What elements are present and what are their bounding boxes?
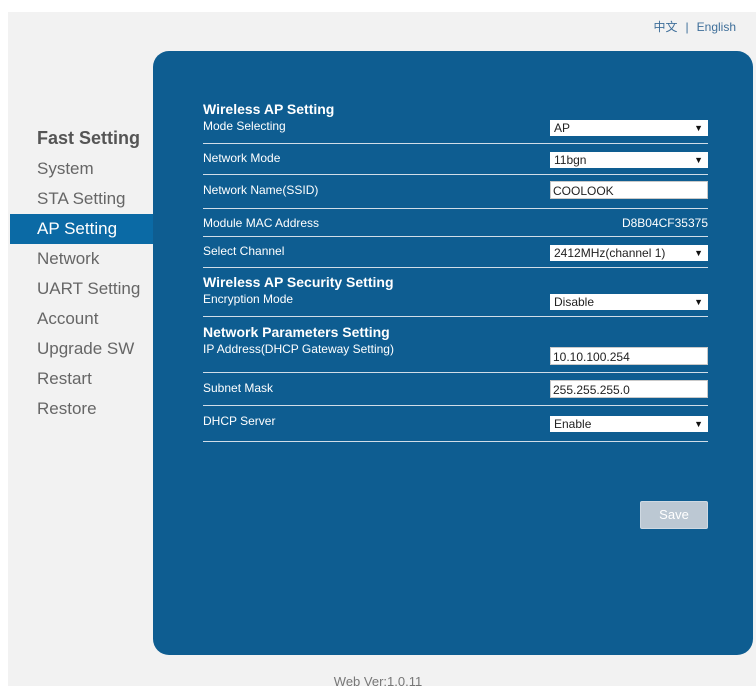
encryption-row: Encryption Mode Disable ▼ bbox=[203, 291, 708, 317]
channel-select[interactable]: 2412MHz(channel 1) ▼ bbox=[550, 245, 708, 261]
chevron-down-icon: ▼ bbox=[694, 419, 703, 429]
ssid-label: Network Name(SSID) bbox=[203, 183, 319, 197]
subnet-row: Subnet Mask 255.255.255.0 bbox=[203, 373, 708, 406]
mode-select[interactable]: AP ▼ bbox=[550, 120, 708, 136]
sidebar-item-sta-setting[interactable]: STA Setting bbox=[10, 184, 153, 214]
sidebar-item-upgrade-sw[interactable]: Upgrade SW bbox=[10, 334, 153, 364]
chevron-down-icon: ▼ bbox=[694, 248, 703, 258]
version-footer: Web Ver:1.0.11 bbox=[333, 674, 423, 689]
mac-value: D8B04CF35375 bbox=[621, 216, 708, 230]
chevron-down-icon: ▼ bbox=[694, 155, 703, 165]
sidebar-item-system[interactable]: System bbox=[10, 154, 153, 184]
lang-chinese-link[interactable]: 中文 bbox=[654, 20, 678, 34]
dhcp-label: DHCP Server bbox=[203, 414, 276, 428]
network-mode-label: Network Mode bbox=[203, 151, 281, 165]
network-mode-value: 11bgn bbox=[554, 153, 587, 167]
mode-row: Mode Selecting AP ▼ bbox=[203, 118, 708, 144]
network-mode-select[interactable]: 11bgn ▼ bbox=[550, 152, 708, 168]
save-button[interactable]: Save bbox=[640, 501, 708, 529]
encryption-select-value: Disable bbox=[554, 295, 595, 309]
language-switcher: 中文 | English bbox=[654, 18, 737, 35]
encryption-select[interactable]: Disable ▼ bbox=[550, 294, 708, 310]
sidebar-item-restore[interactable]: Restore bbox=[10, 394, 153, 424]
dhcp-select-value: Enable bbox=[554, 417, 592, 431]
ip-label: IP Address(DHCP Gateway Setting) bbox=[203, 342, 394, 356]
channel-select-value: 2412MHz(channel 1) bbox=[554, 246, 666, 260]
subnet-label: Subnet Mask bbox=[203, 381, 274, 395]
chevron-down-icon: ▼ bbox=[694, 297, 703, 307]
mac-row: Module MAC Address D8B04CF35375 bbox=[203, 209, 708, 237]
sidebar-item-fast-setting[interactable]: Fast Setting bbox=[10, 122, 153, 154]
sidebar-item-restart[interactable]: Restart bbox=[10, 364, 153, 394]
channel-row: Select Channel 2412MHz(channel 1) ▼ bbox=[203, 237, 708, 268]
security-section-title: Wireless AP Security Setting bbox=[203, 274, 394, 290]
sidebar-item-network[interactable]: Network bbox=[10, 244, 153, 274]
dhcp-row: DHCP Server Enable ▼ bbox=[203, 406, 708, 442]
ip-row: IP Address(DHCP Gateway Setting) 10.10.1… bbox=[203, 341, 708, 373]
wireless-ap-section-title: Wireless AP Setting bbox=[203, 101, 335, 117]
ip-input[interactable]: 10.10.100.254 bbox=[550, 347, 708, 365]
lang-separator: | bbox=[685, 20, 689, 34]
settings-form: Wireless AP Setting Mode Selecting AP ▼ … bbox=[203, 101, 708, 529]
sidebar-item-ap-setting[interactable]: AP Setting bbox=[10, 214, 153, 244]
ssid-row: Network Name(SSID) COOLOOK bbox=[203, 175, 708, 209]
channel-label: Select Channel bbox=[203, 244, 285, 258]
dhcp-select[interactable]: Enable ▼ bbox=[550, 416, 708, 432]
mode-select-value: AP bbox=[554, 121, 571, 135]
mode-label: Mode Selecting bbox=[203, 119, 286, 133]
chevron-down-icon: ▼ bbox=[694, 123, 703, 133]
ssid-input[interactable]: COOLOOK bbox=[550, 181, 708, 199]
encryption-label: Encryption Mode bbox=[203, 292, 294, 306]
sidebar-item-account[interactable]: Account bbox=[10, 304, 153, 334]
sidebar-item-uart-setting[interactable]: UART Setting bbox=[10, 274, 153, 304]
settings-panel: Wireless AP Setting Mode Selecting AP ▼ … bbox=[153, 51, 753, 655]
network-params-section-title: Network Parameters Setting bbox=[203, 324, 390, 340]
sidebar-nav: Fast Setting System STA Setting AP Setti… bbox=[10, 122, 153, 424]
mac-label: Module MAC Address bbox=[203, 216, 320, 230]
subnet-input[interactable]: 255.255.255.0 bbox=[550, 380, 708, 398]
network-mode-row: Network Mode 11bgn ▼ bbox=[203, 144, 708, 175]
lang-english-link[interactable]: English bbox=[697, 20, 736, 34]
